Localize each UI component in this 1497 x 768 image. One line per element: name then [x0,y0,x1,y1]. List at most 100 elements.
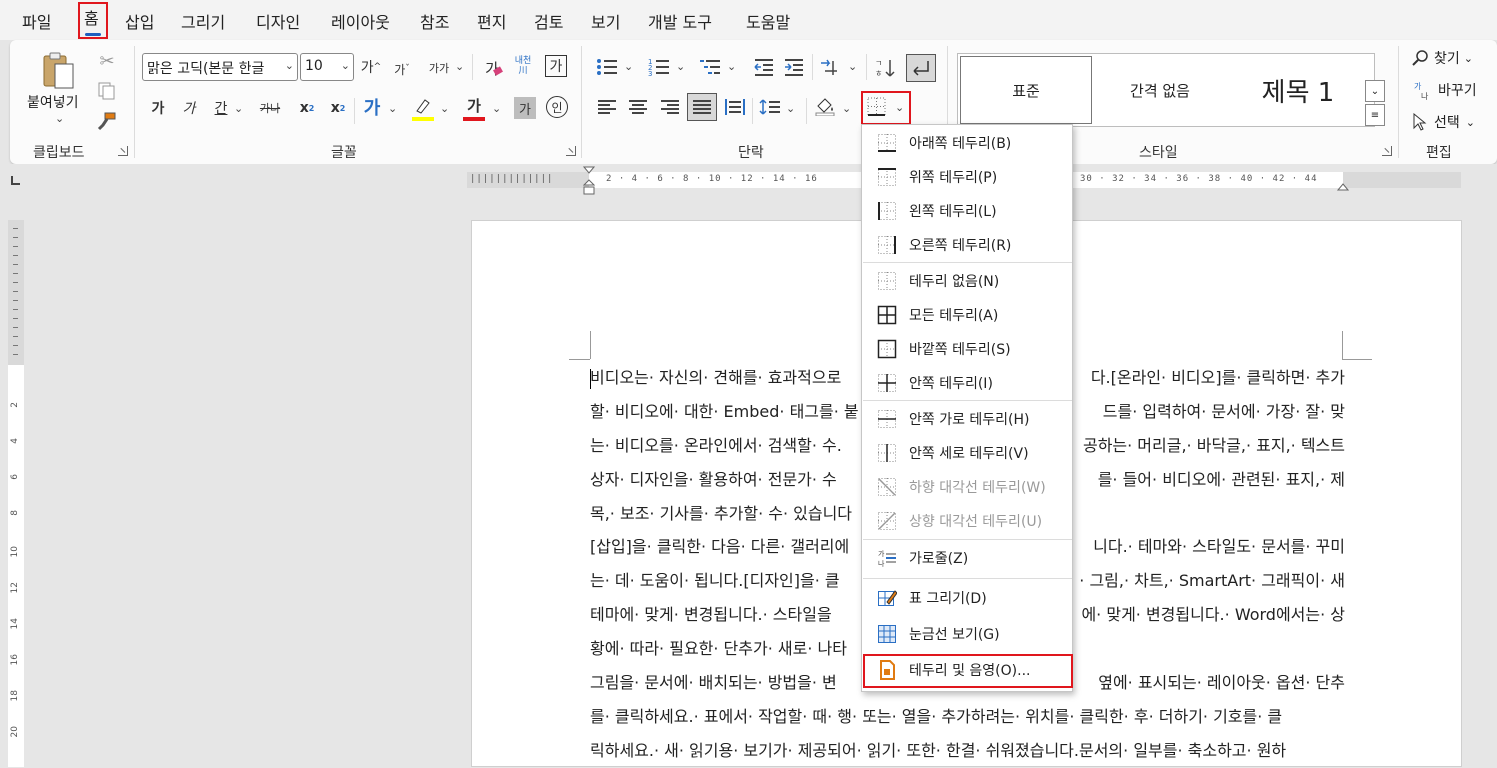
clipboard-dialog-launcher-icon[interactable] [118,146,128,156]
character-shading-label: 가 [519,102,531,118]
tab-view[interactable]: 보기 [591,9,620,33]
justify-icon[interactable] [687,93,717,121]
text-direction-icon[interactable] [818,55,842,79]
menu-item-inside-horizontal-border[interactable]: 안쪽 가로 테두리(H) [863,402,1072,436]
italic-button[interactable]: 가 [178,97,200,119]
grow-font-label: 가 [360,60,374,76]
right-indent-marker-icon[interactable] [1336,178,1350,191]
grow-font-button[interactable]: 가 ^ [359,56,383,78]
menu-item-view-gridlines[interactable]: 눈금선 보기(G) [863,617,1072,651]
change-case-button[interactable]: 가가 [424,58,454,78]
character-border-button[interactable]: 가 [545,55,567,77]
draw-table-icon [877,588,898,608]
bullets-chevron-icon[interactable]: ⌄ [624,60,633,73]
gallery-more-icon[interactable]: ⌄ [1365,80,1385,102]
text-direction-chevron-icon[interactable]: ⌄ [848,60,857,73]
font-color-button[interactable]: 가 [463,94,485,116]
multilevel-list-icon[interactable] [698,55,722,79]
tab-mailings[interactable]: 편지 [477,9,506,33]
bullets-icon[interactable] [595,55,619,79]
shrink-font-button[interactable]: 가ˇ [390,58,414,80]
tab-review[interactable]: 검토 [534,9,563,33]
multilevel-chevron-icon[interactable]: ⌄ [727,60,736,73]
highlight-color-button[interactable] [412,95,434,117]
menu-item-draw-table[interactable]: 표 그리기(D) [863,581,1072,615]
tab-layout[interactable]: 레이아웃 [331,9,390,33]
text-effects-button[interactable]: 가 [360,95,384,119]
copy-icon[interactable] [96,80,118,102]
sort-icon[interactable]: ㄱㅎ [874,55,898,81]
svg-text:가: 가 [878,549,885,558]
strikethrough-button[interactable]: 가나 [258,97,282,119]
crop-mark [590,331,591,359]
menu-item-left-border[interactable]: 왼쪽 테두리(L) [863,194,1072,228]
subscript-button[interactable]: x2 [296,97,318,119]
tab-developer[interactable]: 개발 도구 [648,9,712,33]
font-dialog-launcher-icon[interactable] [566,146,576,156]
style-no-spacing[interactable]: 간격 없음 [1094,54,1226,126]
font-size-select[interactable]: 10 ⌄ [300,53,354,81]
numbering-icon[interactable]: 123 [647,55,671,79]
show-formatting-marks-icon[interactable] [906,54,936,82]
styles-dialog-launcher-icon[interactable] [1382,146,1392,156]
align-right-icon[interactable] [658,96,682,118]
character-shading-button[interactable]: 가 [514,97,536,119]
tab-design[interactable]: 디자인 [256,9,300,33]
line-spacing-chevron-icon[interactable]: ⌄ [786,102,795,115]
tab-references[interactable]: 참조 [420,9,449,33]
menu-item-inside-vertical-border[interactable]: 안쪽 세로 테두리(V) [863,436,1072,470]
enclose-characters-button[interactable]: 인 [546,96,568,118]
format-painter-icon[interactable] [96,110,118,132]
inside-borders-icon [877,373,897,393]
tab-insert[interactable]: 삽입 [125,9,154,33]
menu-item-no-border[interactable]: 테두리 없음(N) [863,264,1072,298]
menu-item-outside-borders[interactable]: 바깥쪽 테두리(S) [863,332,1072,366]
align-left-icon[interactable] [595,96,619,118]
paste-button[interactable] [38,50,78,90]
menu-item-horizontal-line[interactable]: 가 나 가로줄(Z) [863,541,1072,575]
change-case-chevron-icon[interactable]: ⌄ [455,60,464,73]
gallery-expand-icon[interactable]: ≡ [1365,104,1385,126]
shading-chevron-icon[interactable]: ⌄ [842,102,851,115]
paste-label[interactable]: 붙여넣기 [27,92,79,112]
vruler-tick [13,255,18,256]
numbering-chevron-icon[interactable]: ⌄ [676,60,685,73]
phonetic-guide-button[interactable]: 내천 川 [510,54,536,78]
text-effects-chevron-icon[interactable]: ⌄ [388,102,397,115]
clear-formatting-button[interactable]: 가 [480,56,504,80]
menu-item-right-border[interactable]: 오른쪽 테두리(R) [863,228,1072,262]
find-button[interactable]: 찾기 ⌄ [1412,48,1473,68]
cut-icon[interactable]: ✂ [96,50,118,72]
underline-chevron-icon[interactable]: ⌄ [234,102,243,115]
superscript-button[interactable]: x2 [327,97,349,119]
replace-button[interactable]: 가나 바꾸기 [1412,80,1477,100]
font-name-select[interactable]: 맑은 고딕(본문 한글 ⌄ [142,53,298,81]
menu-item-all-borders[interactable]: 모든 테두리(A) [863,298,1072,332]
paste-dropdown-chevron-icon[interactable]: ⌄ [55,112,64,125]
font-color-chevron-icon[interactable]: ⌄ [492,102,501,115]
menu-item-top-border[interactable]: 위쪽 테두리(P) [863,160,1072,194]
select-button[interactable]: 선택 ⌄ [1412,112,1475,132]
style-heading-1[interactable]: 제목 1 [1228,54,1368,126]
bold-button[interactable]: 가 [147,97,169,119]
style-normal-label: 표준 [1012,81,1040,100]
align-center-icon[interactable] [626,96,650,118]
menu-item-bottom-border[interactable]: 아래쪽 테두리(B) [863,126,1072,160]
increase-indent-icon[interactable] [782,55,806,79]
decrease-indent-icon[interactable] [752,55,776,79]
style-normal[interactable]: 표준 [960,56,1092,124]
tab-help[interactable]: 도움말 [746,9,790,33]
font-size-value: 10 [305,58,323,74]
tab-selector-icon[interactable] [11,176,20,185]
line-spacing-icon[interactable] [758,96,782,118]
underline-button[interactable]: 간 [210,97,232,119]
highlight-chevron-icon[interactable]: ⌄ [440,102,449,115]
tab-draw[interactable]: 그리기 [181,9,225,33]
menu-item-inside-borders[interactable]: 안쪽 테두리(I) [863,366,1072,400]
distributed-icon[interactable] [723,96,747,118]
replace-label: 바꾸기 [1438,83,1477,99]
underline-label: 간 [214,101,228,117]
indent-marker-icon[interactable] [582,166,596,196]
shading-icon[interactable] [814,95,836,117]
tab-file[interactable]: 파일 [22,9,51,33]
